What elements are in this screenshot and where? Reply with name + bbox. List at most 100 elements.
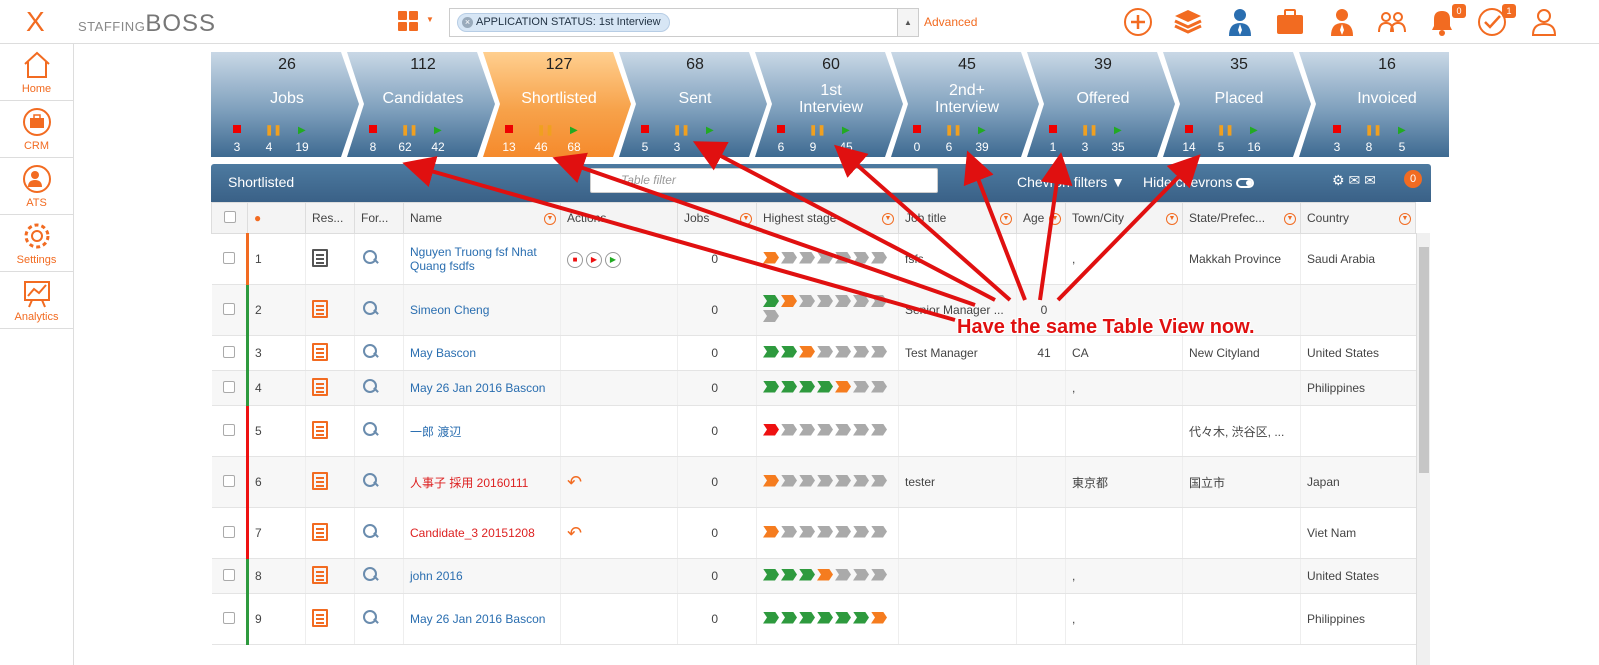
candidate-icon[interactable] <box>1326 6 1358 38</box>
advanced-link[interactable]: Advanced <box>924 15 977 29</box>
form-cell[interactable] <box>354 405 404 457</box>
row-checkbox[interactable] <box>222 345 235 358</box>
chevron-1st-interview[interactable]: 60 1st Interview ❚❚ ▶ 6 9 45 <box>755 52 905 157</box>
play-button[interactable]: ▶ <box>605 251 621 268</box>
table-row[interactable]: 6 人事子 採用 20160111 ↶ 0 tester 東京都 国立市 Jap… <box>211 456 1416 508</box>
sidebar-item-ats[interactable]: ATS <box>0 158 73 215</box>
stop-icon[interactable] <box>777 125 785 136</box>
search-dropdown-button[interactable]: ▲ <box>897 9 918 36</box>
table-row[interactable]: 7 Candidate_3 20151208 ↶ 0 Viet Nam <box>211 507 1416 559</box>
candidate-name-link[interactable]: May Bascon <box>403 335 561 371</box>
play-icon[interactable]: ▶ <box>1398 125 1406 136</box>
add-icon[interactable] <box>1122 6 1154 38</box>
filter-pill[interactable]: × APPLICATION STATUS: 1st Interview <box>457 13 670 32</box>
resume-icon[interactable] <box>312 299 328 318</box>
row-checkbox[interactable] <box>222 251 235 264</box>
candidate-name-link[interactable]: May 26 Jan 2016 Bascon <box>403 593 561 645</box>
form-cell[interactable] <box>354 593 404 645</box>
sidebar-item-home[interactable]: Home <box>0 44 73 101</box>
search-input[interactable]: × APPLICATION STATUS: 1st Interview ▲ <box>449 8 919 37</box>
table-row[interactable]: 1 Nguyen Truong fsf Nhat Quang fsdfs ■ ▶ ▶… <box>211 233 1416 285</box>
resume-cell[interactable] <box>305 335 355 371</box>
col-highest-stage[interactable]: Highest stage ▼ <box>756 202 899 234</box>
candidate-name-link[interactable]: May 26 Jan 2016 Bascon <box>403 370 561 406</box>
pause-icon[interactable]: ❚❚ <box>401 125 418 136</box>
resume-icon[interactable] <box>312 248 328 267</box>
form-cell[interactable] <box>354 370 404 406</box>
preview-magnifier-icon[interactable] <box>361 249 379 267</box>
col-country[interactable]: Country ▼ <box>1300 202 1416 234</box>
preview-magnifier-icon[interactable] <box>361 300 379 318</box>
filter-icon[interactable]: ▼ <box>1399 213 1411 225</box>
row-checkbox[interactable] <box>222 568 235 581</box>
col-name[interactable]: Name ▼ <box>403 202 561 234</box>
owner-header[interactable]: ● <box>247 202 306 234</box>
resume-icon[interactable] <box>312 342 328 361</box>
col-town[interactable]: Town/City ▼ <box>1065 202 1183 234</box>
chevron-placed[interactable]: 35 Placed ❚❚ ▶ 14 5 16 <box>1163 52 1313 157</box>
contact-icon[interactable] <box>1224 6 1256 38</box>
form-cell[interactable] <box>354 233 404 285</box>
pause-icon[interactable]: ❚❚ <box>673 125 690 136</box>
table-row[interactable]: 4 May 26 Jan 2016 Bascon 0 , Philippines <box>211 370 1416 406</box>
chevron-invoiced[interactable]: 16 Invoiced ❚❚ ▶ 3 8 5 <box>1299 52 1449 157</box>
play-icon[interactable]: ▶ <box>978 125 986 136</box>
preview-magnifier-icon[interactable] <box>361 421 379 439</box>
sidebar-item-analytics[interactable]: Analytics <box>0 272 73 329</box>
col-age[interactable]: Age ▼ <box>1016 202 1066 234</box>
resume-icon[interactable] <box>312 565 328 584</box>
preview-magnifier-icon[interactable] <box>361 378 379 396</box>
sidebar-item-crm[interactable]: CRM <box>0 101 73 158</box>
stop-icon[interactable] <box>505 125 513 136</box>
col-resume[interactable]: Res... <box>305 202 355 234</box>
filter-icon[interactable]: ▼ <box>1000 213 1012 225</box>
table-row[interactable]: 8 john 2016 0 , United States <box>211 558 1416 594</box>
pause-icon[interactable]: ❚❚ <box>537 125 554 136</box>
candidate-name-link[interactable]: Candidate_3 20151208 <box>403 507 561 559</box>
form-cell[interactable] <box>354 284 404 336</box>
form-cell[interactable] <box>354 335 404 371</box>
select-all-checkbox[interactable] <box>223 210 236 223</box>
resume-icon[interactable] <box>312 471 328 490</box>
chevron-candidates[interactable]: 112 Candidates ❚❚ ▶ 8 62 42 <box>347 52 497 157</box>
filter-icon[interactable]: ▼ <box>1166 213 1178 225</box>
select-all-header[interactable] <box>211 202 248 234</box>
team-icon[interactable] <box>1376 6 1408 38</box>
scrollbar-thumb[interactable] <box>1419 247 1429 473</box>
reply-icon[interactable]: ↶ <box>567 523 582 543</box>
preview-magnifier-icon[interactable] <box>361 523 379 541</box>
stop-icon[interactable] <box>641 125 649 136</box>
candidate-name-link[interactable]: john 2016 <box>403 558 561 594</box>
pause-icon[interactable]: ❚❚ <box>809 125 826 136</box>
row-select-cell[interactable] <box>211 233 248 285</box>
play-icon[interactable]: ▶ <box>298 125 306 136</box>
stop-icon[interactable] <box>1185 125 1193 136</box>
play-icon[interactable]: ▶ <box>1114 125 1122 136</box>
play-icon[interactable]: ▶ <box>434 125 442 136</box>
filter-icon[interactable]: ▼ <box>882 213 894 225</box>
table-filter-input[interactable]: Table filter <box>590 168 938 193</box>
table-scrollbar[interactable] <box>1416 233 1430 665</box>
row-checkbox[interactable] <box>222 474 235 487</box>
email-open-icon[interactable]: ✉ <box>1348 172 1360 188</box>
row-select-cell[interactable] <box>211 370 248 406</box>
col-job-title[interactable]: Job title ▼ <box>898 202 1017 234</box>
stop-icon[interactable] <box>913 125 921 136</box>
row-checkbox[interactable] <box>222 423 235 436</box>
apps-grid-button[interactable]: ▼ <box>398 10 434 34</box>
filter-icon[interactable]: ▼ <box>1049 213 1061 225</box>
candidate-name-link[interactable]: Nguyen Truong fsf Nhat Quang fsdfs <box>403 233 561 285</box>
chevron-2nd-interview[interactable]: 45 2nd+ Interview ❚❚ ▶ 0 6 39 <box>891 52 1041 157</box>
preview-magnifier-icon[interactable] <box>361 609 379 627</box>
pause-icon[interactable]: ❚❚ <box>265 125 282 136</box>
preview-magnifier-icon[interactable] <box>361 472 379 490</box>
resume-icon[interactable] <box>312 377 328 396</box>
row-select-cell[interactable] <box>211 507 248 559</box>
filter-icon[interactable]: ▼ <box>1284 213 1296 225</box>
play-icon[interactable]: ▶ <box>1250 125 1258 136</box>
pause-icon[interactable]: ❚❚ <box>1217 125 1234 136</box>
resume-cell[interactable] <box>305 284 355 336</box>
resume-cell[interactable] <box>305 593 355 645</box>
pause-icon[interactable]: ❚❚ <box>945 125 962 136</box>
chevron-shortlisted[interactable]: 127 Shortlisted ❚❚ ▶ 13 46 68 <box>483 52 633 157</box>
